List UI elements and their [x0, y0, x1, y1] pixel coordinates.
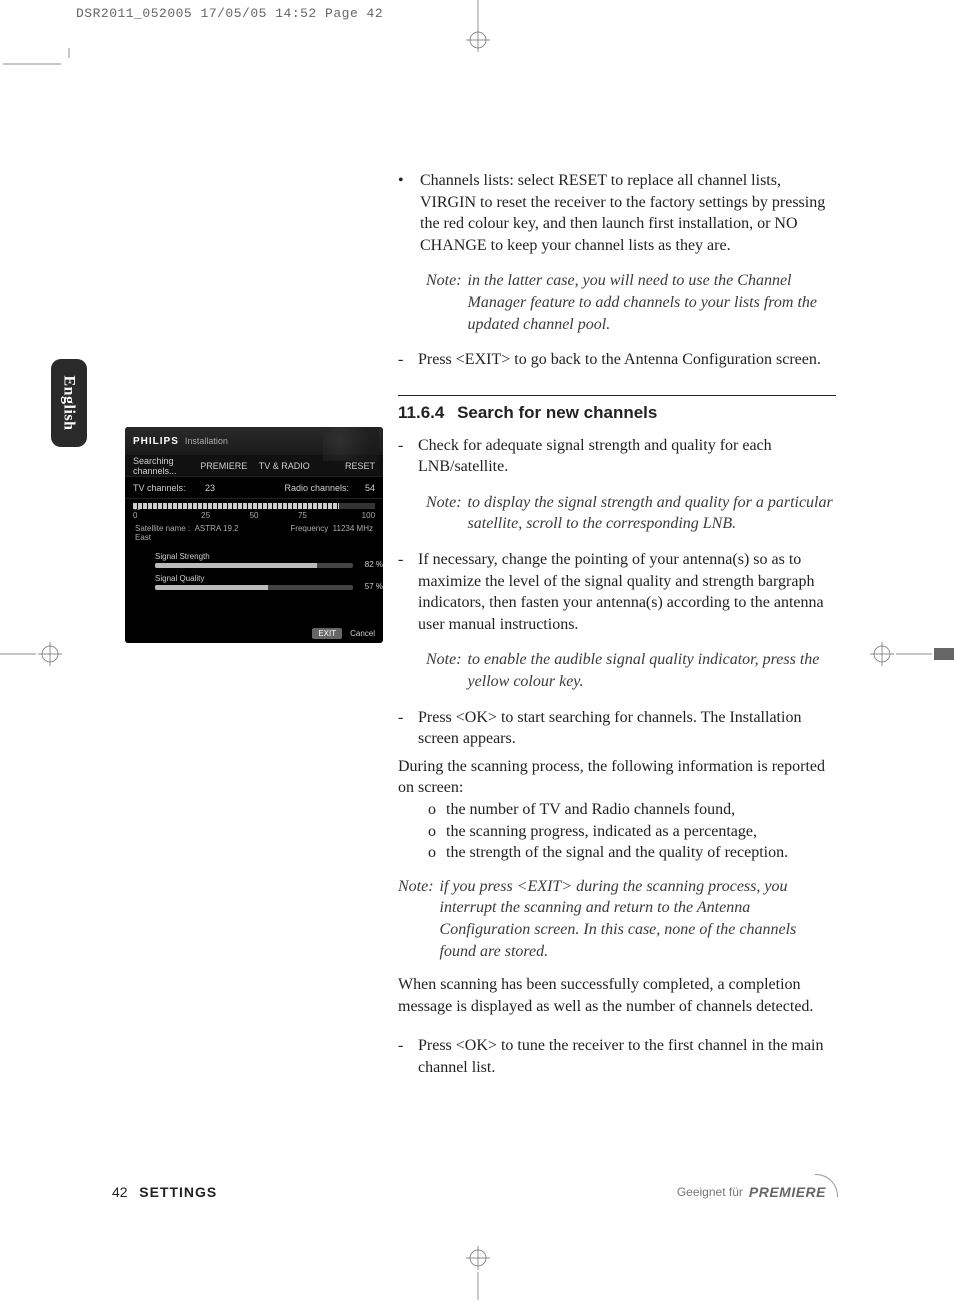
section-number: 11.6.4 — [398, 403, 444, 422]
sub-item-strength-quality: othe strength of the signal and the qual… — [428, 842, 836, 864]
radiochannels-value: 54 — [349, 483, 375, 493]
tvchannels-label: TV channels: — [133, 483, 205, 493]
print-meta-header: DSR2011_052005 17/05/05 14:52 Page 42 — [76, 6, 383, 21]
sub-item-progress: othe scanning progress, indicated as a p… — [428, 821, 836, 843]
tvchannels-value: 23 — [205, 483, 277, 493]
para-during-scanning: During the scanning process, the followi… — [398, 756, 836, 799]
signal-quality-label: Signal Quality — [125, 568, 383, 583]
gear-icon — [323, 427, 379, 461]
para-completion-message: When scanning has been successfully comp… — [398, 974, 836, 1017]
premiere-tab: PREMIERE — [194, 461, 255, 471]
note-channel-manager: Note: in the latter case, you will need … — [426, 270, 836, 335]
reset-tab: RESET — [315, 461, 376, 471]
step-check-signal: - Check for adequate signal strength and… — [398, 435, 836, 478]
page-number: 42 — [112, 1184, 128, 1200]
radiochannels-label: Radio channels: — [277, 483, 349, 493]
signal-quality-bar: 57 % — [155, 585, 353, 590]
note-press-exit-scan: Note: if you press <EXIT> during the sca… — [398, 876, 836, 962]
step-press-ok-tune: - Press <OK> to tune the receiver to the… — [398, 1035, 836, 1078]
section-title: Search for new channels — [457, 403, 657, 422]
language-tab-label: English — [60, 375, 78, 430]
exit-button: EXIT — [312, 628, 342, 639]
freq-value: 11234 MHz — [333, 524, 373, 533]
step-press-ok-search: - Press <OK> to start searching for chan… — [398, 707, 836, 750]
tvradio-tab: TV & RADIO — [254, 461, 315, 471]
signal-strength-label: Signal Strength — [125, 546, 383, 561]
main-content: • Channels lists: select RESET to replac… — [398, 170, 836, 1085]
section-heading: 11.6.4 Search for new channels — [398, 395, 836, 425]
note-audible-indicator: Note: to enable the audible signal quali… — [426, 649, 836, 692]
tv-mode: Installation — [185, 436, 228, 446]
signal-strength-bar: 82 % — [155, 563, 353, 568]
progress-ticks: 0 25 50 75 100 — [125, 509, 383, 520]
bullet-channels-lists: • Channels lists: select RESET to replac… — [398, 170, 836, 256]
step-press-exit: - Press <EXIT> to go back to the Antenna… — [398, 349, 836, 371]
freq-label: Frequency — [290, 524, 328, 533]
language-tab: English — [51, 359, 87, 447]
sat-label: Satellite name : — [135, 524, 190, 533]
installation-screenshot: PHILIPS Installation Searching channels.… — [125, 427, 383, 643]
signal-strength-value: 82 % — [365, 560, 383, 569]
page-footer: 42 SETTINGS Geeignet für PREMIERE — [112, 1184, 836, 1200]
footer-section: SETTINGS — [139, 1184, 217, 1200]
cancel-label: Cancel — [350, 629, 375, 638]
scan-progress-bar — [133, 503, 375, 509]
signal-quality-value: 57 % — [365, 582, 383, 591]
tv-brand: PHILIPS — [133, 436, 179, 447]
sub-item-tv-radio: othe number of TV and Radio channels fou… — [428, 799, 836, 821]
note-display-strength: Note: to display the signal strength and… — [426, 492, 836, 535]
premiere-logo: PREMIERE — [749, 1184, 836, 1200]
geeignet-label: Geeignet für — [677, 1185, 743, 1199]
step-change-pointing: - If necessary, change the pointing of y… — [398, 549, 836, 635]
searching-label: Searching channels... — [133, 456, 194, 476]
